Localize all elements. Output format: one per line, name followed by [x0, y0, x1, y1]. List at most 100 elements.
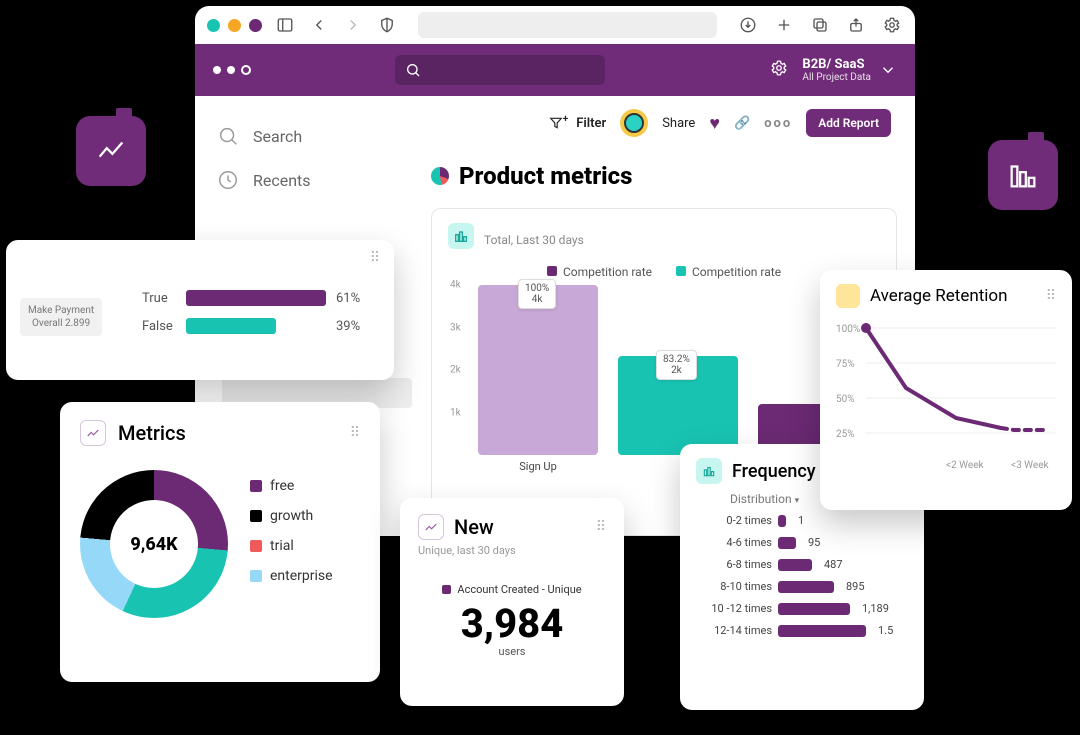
share-icon[interactable]	[845, 14, 867, 36]
analytics-tile-icon	[76, 116, 146, 186]
new-users-card: New ⠿ Unique, last 30 days Account Creat…	[400, 498, 624, 706]
browser-titlebar	[195, 6, 915, 44]
bar-chart-icon	[448, 223, 474, 249]
card-title: New	[454, 515, 494, 539]
svg-text:75%: 75%	[836, 359, 855, 370]
bar-value: 61%	[336, 291, 360, 306]
project-selector[interactable]: B2B/ SaaS All Project Data	[802, 57, 897, 83]
bar	[478, 285, 598, 455]
svg-text:<2 Week: <2 Week	[946, 460, 985, 471]
filter-label: Filter	[576, 116, 606, 131]
freq-label: 8-10 times	[696, 580, 772, 593]
svg-text:25%: 25%	[836, 429, 855, 440]
freq-bar	[778, 581, 834, 593]
drag-handle-icon[interactable]: ⠿	[596, 519, 606, 535]
drag-handle-icon[interactable]: ⠿	[370, 250, 380, 266]
share-button[interactable]: Share	[662, 116, 695, 131]
sidebar-label: Recents	[253, 171, 311, 190]
donut-legend: free growth trial enterprise	[250, 478, 333, 618]
legend-item: enterprise	[250, 568, 333, 584]
bar-tile-icon	[988, 140, 1058, 210]
bar-chart-icon	[696, 458, 722, 484]
chart-subtitle: Total, Last 30 days	[484, 233, 880, 247]
line-chart-icon	[80, 420, 106, 446]
traffic-light[interactable]	[207, 19, 220, 32]
legend-item: free	[250, 478, 333, 494]
freq-value: 1,189	[862, 602, 889, 615]
drag-handle-icon[interactable]: ⠿	[350, 425, 360, 441]
avatar[interactable]	[620, 109, 648, 137]
project-subtitle: All Project Data	[802, 72, 871, 83]
legend-item: Competition rate	[547, 265, 652, 279]
legend-item: Competition rate	[676, 265, 781, 279]
app-search[interactable]	[395, 55, 605, 85]
freq-value: 487	[824, 558, 843, 571]
svg-text:100%: 100%	[836, 324, 860, 335]
freq-value: 1.5	[878, 624, 893, 637]
app-menu-icon[interactable]	[213, 65, 251, 75]
app-bar: B2B/ SaaS All Project Data	[195, 44, 915, 96]
sidebar-item-search[interactable]: Search	[217, 114, 425, 158]
freq-bar	[778, 537, 796, 549]
freq-label: 0-2 times	[696, 514, 772, 527]
traffic-light[interactable]	[228, 19, 241, 32]
nav-back-icon[interactable]	[308, 14, 330, 36]
svg-text:<3 Week: <3 Week	[1011, 460, 1050, 471]
bar-row: True 61%	[142, 290, 376, 306]
legend-item: growth	[250, 508, 333, 524]
sidebar-item-recents[interactable]: Recents	[217, 158, 425, 202]
freq-row: 10 -12 times 1,189	[696, 602, 908, 615]
page-title-text: Product metrics	[459, 162, 632, 190]
freq-row: 12-14 times 1.5	[696, 624, 908, 637]
more-icon[interactable]: ooo	[764, 116, 792, 131]
window-controls	[207, 19, 262, 32]
freq-bar	[778, 559, 812, 571]
legend-item: trial	[250, 538, 333, 554]
gear-icon[interactable]	[881, 14, 903, 36]
copy-icon[interactable]	[809, 14, 831, 36]
search-icon	[217, 125, 239, 147]
payment-summary-chip: Make Payment Overall 2.899	[20, 298, 102, 336]
drag-handle-icon[interactable]: ⠿	[1046, 288, 1056, 304]
column-header[interactable]: Distribution ▾	[730, 492, 799, 506]
freq-row: 4-6 times 95	[696, 536, 908, 549]
freq-label: 10 -12 times	[696, 602, 772, 615]
y-tick: 4k	[450, 280, 461, 291]
freq-row: 8-10 times 895	[696, 580, 908, 593]
freq-label: 6-8 times	[696, 558, 772, 571]
donut-chart: 9,64K	[80, 470, 228, 618]
chevron-down-icon	[879, 61, 897, 79]
nav-forward-icon[interactable]	[342, 14, 364, 36]
chart-legend: Competition rate Competition rate	[448, 265, 880, 279]
card-title: Frequency	[732, 461, 816, 482]
bar-tooltip: 100%4k	[518, 279, 556, 309]
freq-bar	[778, 515, 786, 527]
link-icon[interactable]: 🔗	[734, 116, 750, 131]
filter-button[interactable]: + Filter	[549, 116, 606, 131]
freq-row: 0-2 times 1	[696, 514, 908, 527]
bar-value: 39%	[336, 319, 360, 334]
download-icon[interactable]	[737, 14, 759, 36]
freq-bar	[778, 603, 850, 615]
traffic-light[interactable]	[249, 19, 262, 32]
shield-icon[interactable]	[376, 14, 398, 36]
freq-row: 6-8 times 487	[696, 558, 908, 571]
retention-chart: 100% 75% 50% 25% <2 Week <3 Week	[836, 308, 1056, 478]
bar-label: Sign Up	[478, 460, 598, 473]
freq-label: 4-6 times	[696, 536, 772, 549]
card-subtitle: Unique, last 30 days	[418, 544, 606, 557]
bar-fill	[186, 290, 326, 306]
project-title: B2B/ SaaS	[802, 57, 871, 72]
add-report-button[interactable]: Add Report	[806, 109, 891, 137]
y-tick: 3k	[450, 322, 461, 333]
bar-label: False	[142, 319, 176, 334]
make-payment-card: ⠿ Make Payment Overall 2.899 True 61% Fa…	[6, 240, 394, 380]
heart-icon[interactable]: ♥	[709, 113, 720, 134]
card-title: Average Retention	[870, 286, 1008, 306]
note-icon	[836, 284, 860, 308]
freq-value: 1	[798, 514, 804, 527]
new-tab-icon[interactable]	[773, 14, 795, 36]
address-bar[interactable]	[418, 12, 717, 38]
sidebar-toggle-icon[interactable]	[274, 14, 296, 36]
settings-icon[interactable]	[770, 59, 788, 81]
